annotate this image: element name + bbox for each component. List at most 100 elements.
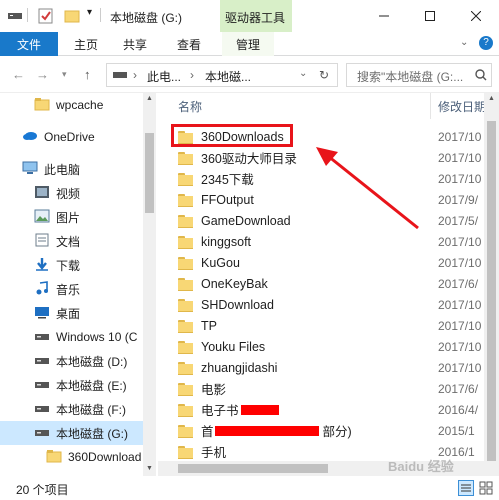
file-row[interactable]: GameDownload 2017/5/: [168, 210, 484, 231]
sidebar-item[interactable]: 图片: [0, 205, 143, 229]
expand-ribbon-icon[interactable]: ⌄: [460, 37, 468, 48]
new-folder-icon[interactable]: [64, 8, 80, 24]
folder-icon: [178, 277, 193, 291]
nav-scrollbar[interactable]: ▲ ▼: [143, 93, 156, 476]
scroll-down-icon[interactable]: ▼: [146, 465, 153, 472]
file-date: 2017/10: [438, 255, 482, 270]
item-count: 20 个项目: [16, 483, 69, 497]
sidebar-item[interactable]: Windows 10 (C: [0, 325, 143, 349]
column-header-name[interactable]: 名称: [178, 93, 202, 119]
file-row[interactable]: 电子书 2016/4/: [168, 399, 484, 420]
navigation-pane: wpcache OneDrive 此电脑视频图片文档下载音乐桌面 Windows 10…: [0, 93, 156, 476]
folder-icon: [178, 235, 193, 249]
file-row[interactable]: SHDownload 2017/10: [168, 294, 484, 315]
tab-share[interactable]: 共享: [123, 36, 147, 53]
sidebar-item-label: OneDrive: [44, 130, 95, 144]
column-header-modified[interactable]: 修改日期: [438, 93, 486, 119]
window-title: 本地磁盘 (G:): [110, 11, 182, 25]
file-row[interactable]: KuGou 2017/10: [168, 252, 484, 273]
file-name: OneKeyBak: [201, 276, 268, 291]
scroll-up-icon[interactable]: ▲: [146, 95, 153, 102]
folder-icon: [178, 256, 193, 270]
file-name: kinggsoft: [201, 234, 252, 249]
scroll-up-icon[interactable]: ▲: [488, 95, 495, 102]
drive-icon: [34, 377, 50, 393]
forward-icon[interactable]: →: [36, 67, 49, 82]
file-name: 2345下载: [201, 173, 254, 187]
address-dropdown-icon[interactable]: ⌄: [299, 68, 307, 79]
address-chevron-icon[interactable]: ›: [190, 68, 194, 82]
sidebar-item[interactable]: 下载: [0, 253, 143, 277]
file-row[interactable]: TP 2017/10: [168, 315, 484, 336]
sidebar-item[interactable]: 360Download: [0, 445, 143, 469]
sidebar-item[interactable]: 文档: [0, 229, 143, 253]
file-date: 2016/4/: [438, 402, 479, 417]
address-segment-this-pc[interactable]: 此电...: [147, 68, 181, 85]
nav-scroll-thumb[interactable]: [145, 133, 154, 213]
details-view-icon[interactable]: [458, 480, 474, 496]
search-placeholder: 搜索"本地磁盘 (G:...: [357, 70, 464, 84]
address-segment-drive[interactable]: 本地磁...: [205, 68, 251, 85]
sidebar-item[interactable]: 视频: [0, 181, 143, 205]
file-row[interactable]: 电影 2017/6/: [168, 378, 484, 399]
sidebar-item[interactable]: wpcache: [0, 93, 143, 117]
file-name: TP: [201, 318, 217, 333]
ribbon-tabs: 文件 主页 共享 查看 管理 ⌄ ?: [0, 32, 499, 56]
tab-view[interactable]: 查看: [177, 36, 201, 53]
back-icon[interactable]: ←: [12, 67, 25, 82]
sidebar-item-label: 视频: [56, 186, 81, 201]
file-list-scrollbar[interactable]: ▲: [484, 93, 499, 476]
file-row[interactable]: OneKeyBak 2017/6/: [168, 273, 484, 294]
sidebar-item[interactable]: 桌面: [0, 301, 143, 325]
file-row[interactable]: 首 部分) 2015/1: [168, 420, 484, 441]
file-row[interactable]: FFOutput 2017/9/: [168, 189, 484, 210]
file-list-scroll-thumb[interactable]: [487, 121, 496, 461]
properties-icon[interactable]: [38, 8, 54, 24]
sidebar-item[interactable]: 本地磁盘 (G:): [0, 421, 143, 445]
help-icon[interactable]: ?: [479, 36, 493, 50]
separator: [100, 8, 101, 22]
sidebar-item-label: 文档: [56, 234, 81, 249]
refresh-icon[interactable]: ↻: [319, 68, 329, 82]
file-row[interactable]: Youku Files 2017/10: [168, 336, 484, 357]
tab-home[interactable]: 主页: [74, 36, 98, 53]
sidebar-item-label: 音乐: [56, 282, 81, 297]
large-icons-view-icon[interactable]: [478, 480, 494, 496]
address-bar[interactable]: › 此电... › 本地磁... ⌄ ↻: [106, 63, 338, 87]
tab-file[interactable]: 文件: [0, 32, 58, 56]
drive-icon: [34, 401, 50, 417]
file-row[interactable]: 360驱动大师目录 2017/10: [168, 147, 484, 168]
up-icon[interactable]: ↑: [84, 67, 91, 82]
horizontal-scroll-thumb[interactable]: [178, 464, 328, 473]
maximize-button[interactable]: [407, 0, 453, 32]
file-row[interactable]: zhuangjidashi 2017/10: [168, 357, 484, 378]
file-date: 2015/1: [438, 423, 475, 438]
sidebar-item[interactable]: 此电脑: [0, 157, 143, 181]
status-bar: 20 个项目 Baidu 经验: [0, 459, 499, 500]
folder-icon: [178, 319, 193, 333]
sidebar-item-label: 本地磁盘 (D:): [56, 354, 128, 369]
close-icon: [471, 11, 481, 21]
separator: [27, 8, 28, 22]
sidebar-item[interactable]: OneDrive: [0, 125, 143, 149]
file-row[interactable]: 2345下载 2017/10: [168, 168, 484, 189]
sidebar-item[interactable]: 本地磁盘 (D:): [0, 349, 143, 373]
search-icon: [475, 69, 487, 81]
file-row[interactable]: kinggsoft 2017/10: [168, 231, 484, 252]
column-divider[interactable]: [430, 93, 431, 119]
tab-manage[interactable]: 管理: [222, 32, 275, 56]
file-name: GameDownload: [201, 213, 291, 228]
drive-tools-context-tab: 驱动器工具: [220, 0, 292, 32]
close-button[interactable]: [453, 0, 499, 32]
search-input[interactable]: 搜索"本地磁盘 (G:...: [346, 63, 492, 87]
sidebar-item[interactable]: 本地磁盘 (E:): [0, 373, 143, 397]
sidebar-item[interactable]: 音乐: [0, 277, 143, 301]
recent-locations-icon[interactable]: ▾: [62, 69, 67, 80]
folder-icon: [178, 424, 193, 438]
file-list: 名称 修改日期 360Downloads 2017/10 360驱动大师目录 2017…: [158, 93, 499, 476]
folder-icon: [178, 361, 193, 375]
address-chevron-icon[interactable]: ›: [133, 68, 137, 82]
customize-quick-access-icon[interactable]: ▾: [87, 7, 92, 18]
minimize-button[interactable]: [361, 0, 407, 32]
sidebar-item[interactable]: 本地磁盘 (F:): [0, 397, 143, 421]
